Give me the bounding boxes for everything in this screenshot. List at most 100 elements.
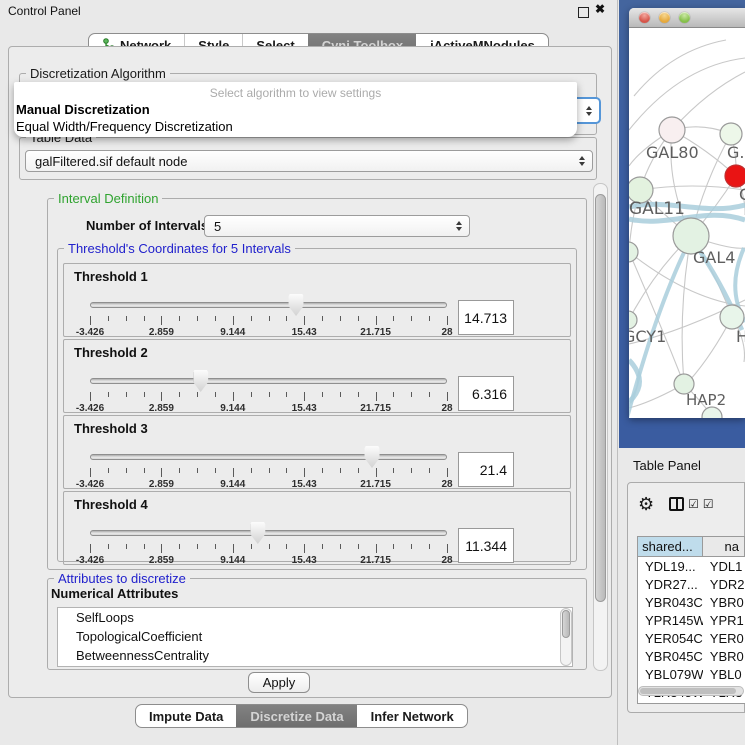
- tick-mark: [322, 468, 323, 473]
- slider-track[interactable]: [90, 454, 447, 460]
- combo-stepper-icon[interactable]: [579, 156, 585, 166]
- slider-handle-icon[interactable]: [289, 294, 304, 316]
- table-cell[interactable]: YDL1: [703, 557, 745, 575]
- threshold-slider[interactable]: -3.4262.8599.14415.4321.71528: [90, 524, 447, 564]
- threshold-value-field[interactable]: 6.316: [458, 376, 514, 411]
- table-cell[interactable]: YIL0: [703, 701, 745, 704]
- tick-mark: [429, 468, 430, 473]
- panel-scroll-thumb[interactable]: [595, 194, 606, 602]
- dropdown-option-manual-discretization[interactable]: Manual Discretization: [14, 101, 577, 118]
- tick-label: 2.859: [149, 403, 174, 414]
- slider-track[interactable]: [90, 302, 447, 308]
- table-row[interactable]: YBR045CYBR0: [638, 647, 745, 665]
- network-node-gal80[interactable]: [659, 117, 685, 143]
- table-cell[interactable]: YBR045C: [638, 647, 703, 665]
- slider-track[interactable]: [90, 378, 447, 384]
- table-cell[interactable]: YPR1: [703, 611, 745, 629]
- algorithm-group-label: Discretization Algorithm: [26, 66, 170, 81]
- slider-handle-icon[interactable]: [193, 370, 208, 392]
- slider-ticks: -3.4262.8599.14415.4321.71528: [90, 468, 447, 492]
- threshold-value-field[interactable]: 21.4: [458, 452, 514, 487]
- num-intervals-combobox[interactable]: 5: [204, 215, 470, 237]
- settings-gear-icon[interactable]: ⚙: [638, 494, 654, 515]
- slider-handle-icon[interactable]: [250, 522, 265, 544]
- table-cell[interactable]: YDL19...: [638, 557, 703, 575]
- threshold-slider[interactable]: -3.4262.8599.14415.4321.71528: [90, 296, 447, 336]
- panel-scrollbar[interactable]: [593, 183, 608, 671]
- minimize-light-icon[interactable]: [659, 12, 670, 23]
- slider-handle-icon[interactable]: [365, 446, 380, 468]
- combo-stepper-icon[interactable]: [586, 106, 592, 116]
- network-view-window[interactable]: GAL80G.CGAL11GAL4GCY1HHAP2: [629, 8, 745, 418]
- checkbox-icon[interactable]: ☑: [688, 497, 699, 511]
- num-intervals-value: 5: [214, 219, 221, 234]
- table-cell[interactable]: YBR0: [703, 647, 745, 665]
- tick-mark: [126, 468, 127, 473]
- tick-mark: [411, 392, 412, 397]
- tick-mark: [429, 544, 430, 549]
- table-cell[interactable]: YBR0: [703, 593, 745, 611]
- tick-mark: [269, 392, 270, 397]
- threshold-slider[interactable]: -3.4262.8599.14415.4321.71528: [90, 372, 447, 412]
- interval-definition-label: Interval Definition: [54, 191, 162, 206]
- tick-mark: [447, 316, 448, 325]
- network-edge[interactable]: [634, 40, 726, 96]
- dropdown-option-equal-width-frequency[interactable]: Equal Width/Frequency Discretization: [14, 118, 577, 135]
- zoom-light-icon[interactable]: [679, 12, 690, 23]
- table-data-combobox[interactable]: galFiltered.sif default node: [25, 150, 593, 172]
- network-node-g[interactable]: [720, 123, 742, 145]
- float-window-icon[interactable]: [578, 7, 589, 18]
- table-row[interactable]: YPR145WYPR1: [638, 611, 745, 629]
- threshold-value-field[interactable]: 14.713: [458, 300, 514, 335]
- list-item-selfloops[interactable]: SelfLoops: [58, 608, 572, 627]
- list-item-betweennesscentrality[interactable]: BetweennessCentrality: [58, 646, 572, 665]
- column-split-icon[interactable]: [669, 497, 684, 511]
- table-cell[interactable]: YBR043C: [638, 593, 703, 611]
- network-edge-thick[interactable]: [629, 360, 640, 402]
- tick-mark: [411, 316, 412, 321]
- table-cell[interactable]: YPR145W: [638, 611, 703, 629]
- network-edge[interactable]: [629, 58, 745, 130]
- table-cell[interactable]: YBL079W: [638, 665, 703, 683]
- table-row[interactable]: YIL052CYIL0: [638, 701, 745, 704]
- bottom-tab-infer-network[interactable]: Infer Network: [357, 705, 467, 727]
- table-cell[interactable]: YDR2: [703, 575, 745, 593]
- apply-button[interactable]: Apply: [248, 672, 310, 693]
- combo-stepper-icon[interactable]: [456, 221, 462, 231]
- network-canvas[interactable]: GAL80G.CGAL11GAL4GCY1HHAP2: [629, 28, 745, 418]
- table-row[interactable]: YBL079WYBL0: [638, 665, 745, 683]
- table-row[interactable]: YDR27...YDR2: [638, 575, 745, 593]
- table-cell[interactable]: YIL052C: [638, 701, 703, 704]
- slider-track[interactable]: [90, 530, 447, 536]
- close-icon[interactable]: ✖: [595, 2, 605, 16]
- table-cell[interactable]: YER0: [703, 629, 745, 647]
- threshold-value-field[interactable]: 11.344: [458, 528, 514, 563]
- attributes-list-scrollbar[interactable]: [560, 608, 572, 666]
- attributes-list[interactable]: SelfLoopsTopologicalCoefficientBetweenne…: [57, 607, 573, 667]
- close-light-icon[interactable]: [639, 12, 650, 23]
- table-row[interactable]: YER054CYER0: [638, 629, 745, 647]
- tick-mark: [108, 544, 109, 549]
- table-row[interactable]: YDL19...YDL1: [638, 557, 745, 575]
- tick-mark: [90, 316, 91, 325]
- attributes-list-scroll-thumb[interactable]: [562, 610, 570, 638]
- network-node[interactable]: [629, 242, 638, 262]
- network-node-h[interactable]: [720, 305, 744, 329]
- table-cell[interactable]: YBL0: [703, 665, 745, 683]
- table-cell[interactable]: YDR27...: [638, 575, 703, 593]
- threshold-slider[interactable]: -3.4262.8599.14415.4321.71528: [90, 448, 447, 488]
- column-header-shared[interactable]: shared...: [638, 537, 703, 557]
- column-header-na[interactable]: na: [703, 537, 745, 557]
- table-h-scroll-thumb[interactable]: [640, 688, 736, 694]
- list-item-topologicalcoefficient[interactable]: TopologicalCoefficient: [58, 627, 572, 646]
- bottom-tab-impute-data[interactable]: Impute Data: [136, 705, 236, 727]
- table-row[interactable]: YBR043CYBR0: [638, 593, 745, 611]
- checkbox-icon[interactable]: ☑: [703, 497, 714, 511]
- network-window-titlebar[interactable]: [629, 8, 745, 28]
- network-node-c[interactable]: [725, 165, 745, 187]
- bottom-tab-discretize-data[interactable]: Discretize Data: [236, 705, 356, 727]
- threshold-box: Threshold 3-3.4262.8599.14415.4321.71528…: [63, 415, 571, 489]
- table-cell[interactable]: YER054C: [638, 629, 703, 647]
- table-h-scrollbar[interactable]: [638, 686, 744, 696]
- tick-mark: [161, 392, 162, 401]
